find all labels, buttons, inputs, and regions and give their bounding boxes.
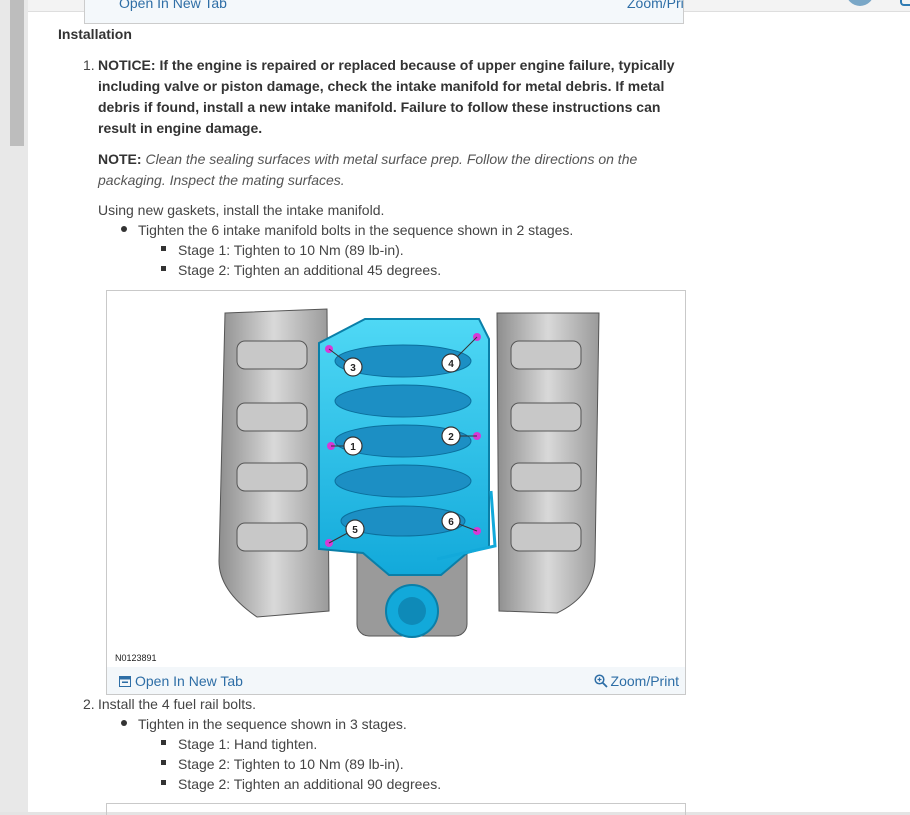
bullet-dot-icon [121,226,127,232]
open-in-new-tab-link[interactable]: Open In New Tab [119,673,243,689]
scrollbar-thumb[interactable] [10,0,24,146]
note-body: Clean the sealing surfaces with metal su… [98,151,638,188]
throttle-bore [398,597,426,625]
next-figure-frame [106,803,686,815]
previous-figure-open-link[interactable]: Open In New Tab [119,0,227,11]
zoom-icon [593,674,608,688]
bullet-square-icon [161,246,166,251]
previous-figure-footer: Open In New Tab Zoom/Print [84,0,684,24]
note-text: NOTE: Clean the sealing surfaces with me… [98,149,688,191]
callout-2: 2 [448,432,454,443]
stage-item: Stage 1: Hand tighten. [178,736,318,752]
step-number: 1. [83,57,95,73]
step-instruction: Using new gaskets, install the intake ma… [98,202,385,218]
callout-4: 4 [448,359,454,370]
figure-footer: Open In New Tab Zoom/Print [107,667,685,694]
intake-manifold-figure: 1 2 3 4 5 6 N0123891 Open In New Tab Zoo… [106,290,686,695]
content-page: Open In New Tab Zoom/Print Installation … [28,0,910,815]
callout-1: 1 [350,442,356,453]
stage-item: Stage 2: Tighten to 10 Nm (89 lb-in). [178,756,404,772]
bullet-square-icon [161,780,166,785]
notice-text: NOTICE: If the engine is repaired or rep… [98,57,675,136]
open-in-new-tab-label: Open In New Tab [135,673,243,689]
callout-6: 6 [448,517,454,528]
stage-item: Stage 2: Tighten an additional 90 degree… [178,776,442,792]
corner-icon[interactable] [900,0,910,6]
section-title: Installation [58,26,132,42]
note-label: NOTE: [98,151,142,167]
step-instruction: Install the 4 fuel rail bolts. [98,696,256,712]
bullet-dot-icon [121,720,127,726]
bullet-square-icon [161,740,166,745]
new-tab-icon [119,675,131,687]
figure-id: N0123891 [115,653,157,663]
step-bullet: Tighten in the sequence shown in 3 stage… [138,716,407,732]
step-bullet: Tighten the 6 intake manifold bolts in t… [138,222,574,238]
previous-figure-zoom-link[interactable]: Zoom/Print [627,0,683,11]
zoom-print-link[interactable]: Zoom/Print [593,673,679,689]
bullet-square-icon [161,760,166,765]
engine-illustration: 1 2 3 4 5 6 [218,308,600,638]
step-number: 2. [83,696,95,712]
stage-item: Stage 2: Tighten an additional 45 degree… [178,262,442,278]
scrollbar-track[interactable] [0,0,28,812]
zoom-print-label: Zoom/Print [610,673,679,689]
callout-3: 3 [350,363,356,374]
user-avatar-icon[interactable] [846,0,874,6]
bullet-square-icon [161,266,166,271]
callout-5: 5 [352,525,358,536]
stage-item: Stage 1: Tighten to 10 Nm (89 lb-in). [178,242,404,258]
